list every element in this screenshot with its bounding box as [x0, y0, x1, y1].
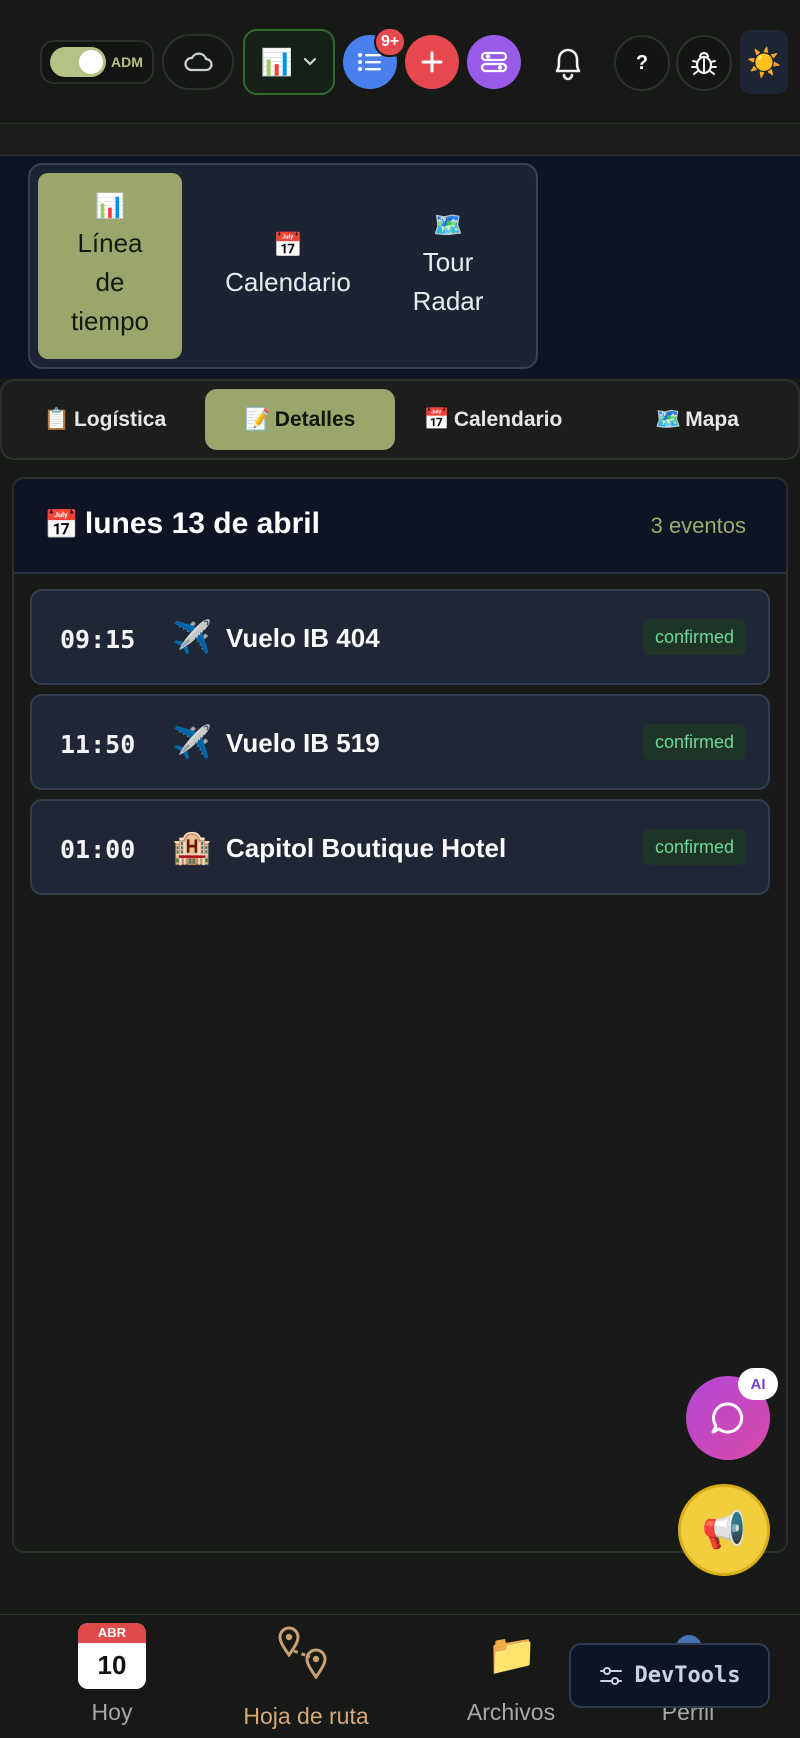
view-option-label: tiempo [70, 305, 150, 336]
view-switcher-area: 📊 Línea de tiempo 📅 Calendario 🗺️ Tour R… [0, 156, 800, 378]
sub-toolbar-strip [0, 124, 800, 156]
event-card[interactable]: 11:50 ✈️ Vuelo IB 519 confirmed [30, 694, 770, 790]
ai-badge: AI [738, 1368, 778, 1400]
status-badge: confirmed [642, 724, 746, 760]
view-option-calendar[interactable]: 📅 Calendario [216, 173, 360, 359]
map-icon: 🗺️ [655, 407, 682, 431]
airplane-icon: ✈️ [172, 619, 212, 655]
nav-item-hoja-de-ruta[interactable]: Hoja de ruta [216, 1615, 396, 1738]
day-events-panel: 📅 lunes 13 de abril 3 eventos 09:15 ✈️ V… [12, 477, 788, 1553]
view-option-label: Radar [412, 286, 484, 316]
calendar-month: ABR [78, 1623, 146, 1643]
calendar-icon: 📅 [423, 407, 450, 431]
event-title: Capitol Boutique Hotel [226, 833, 507, 863]
toggle-knob [79, 50, 103, 74]
tab-calendario[interactable]: 📅 Calendario [407, 389, 579, 450]
sun-icon: ☀️ [746, 46, 782, 78]
devtools-button[interactable]: DevTools [569, 1643, 770, 1708]
event-title: Vuelo IB 519 [226, 728, 380, 758]
view-option-label: Línea [77, 227, 143, 258]
view-option-timeline[interactable]: 📊 Línea de tiempo [38, 173, 182, 359]
day-date-label: lunes 13 de abril [84, 507, 320, 540]
cloud-icon [184, 52, 213, 72]
add-button[interactable] [405, 35, 459, 89]
event-card[interactable]: 09:15 ✈️ Vuelo IB 404 confirmed [30, 589, 770, 685]
bell-icon [555, 48, 581, 81]
sliders-icon [599, 1666, 622, 1685]
nav-label: Hoja de ruta [243, 1703, 369, 1729]
help-label: ? [635, 51, 649, 74]
bug-report-button[interactable] [676, 35, 732, 91]
chart-icon: 📊 [95, 192, 125, 220]
view-option-tour-radar[interactable]: 🗺️ Tour Radar [376, 173, 520, 359]
bug-icon [691, 51, 717, 75]
chevron-down-icon [304, 57, 317, 66]
chart-view-dropdown[interactable]: 📊 [243, 29, 335, 95]
chat-bubble-icon [711, 1402, 744, 1434]
cloud-sync-button[interactable] [162, 34, 234, 90]
top-bar: ADM 📊 9+ ? ☀️ [0, 0, 800, 124]
section-tabs: 📋 Logística 📝 Detalles 📅 Calendario 🗺️ M… [0, 379, 800, 460]
filters-button[interactable] [467, 35, 521, 89]
event-count: 3 eventos [650, 513, 746, 538]
view-option-label: de [95, 266, 125, 297]
event-time: 11:50 [60, 730, 136, 759]
tab-logistica[interactable]: 📋 Logística [20, 389, 190, 450]
calendar-icon: 📅 [44, 508, 79, 540]
calendar-icon: 📅 [273, 231, 303, 259]
view-option-label: Tour [422, 247, 474, 277]
event-time: 09:15 [60, 625, 136, 654]
admin-toggle-label: ADM [111, 54, 143, 70]
tab-label: Logística [73, 407, 167, 431]
announcements-button[interactable]: 📢 [678, 1484, 770, 1576]
status-badge: confirmed [642, 619, 746, 655]
event-card[interactable]: 01:00 🏨 Capitol Boutique Hotel confirmed [30, 799, 770, 895]
status-badge: confirmed [642, 829, 746, 865]
nav-label: Hoy [91, 1699, 133, 1725]
sliders-icon [480, 51, 508, 73]
megaphone-icon: 📢 [701, 1509, 747, 1550]
devtools-label: DevTools [634, 1663, 741, 1688]
tab-detalles[interactable]: 📝 Detalles [205, 389, 395, 450]
hotel-icon: 🏨 [172, 829, 212, 865]
help-button[interactable]: ? [614, 35, 670, 91]
theme-toggle-button[interactable]: ☀️ [740, 30, 788, 94]
admin-mode-toggle[interactable]: ADM [40, 40, 154, 84]
view-switcher: 📊 Línea de tiempo 📅 Calendario 🗺️ Tour R… [28, 163, 538, 369]
event-title: Vuelo IB 404 [226, 623, 380, 653]
calendar-date-icon: ABR 10 [78, 1623, 146, 1689]
calendar-day: 10 [97, 1650, 127, 1680]
notifications-button[interactable] [540, 36, 596, 88]
event-time: 01:00 [60, 835, 136, 864]
nav-item-hoy[interactable]: ABR 10 Hoy [22, 1615, 202, 1738]
clipboard-icon: 📋 [43, 407, 70, 431]
day-title: 📅 lunes 13 de abril [44, 507, 320, 541]
map-icon: 🗺️ [433, 212, 463, 239]
tab-label: Detalles [274, 407, 356, 431]
chart-icon: 📊 [260, 46, 294, 77]
route-pin-icon [278, 1626, 327, 1680]
notification-count-badge: 9+ [374, 27, 407, 57]
memo-icon: 📝 [244, 407, 271, 431]
folder-icon: 📁 [487, 1633, 537, 1677]
day-header: 📅 lunes 13 de abril 3 eventos [14, 479, 786, 574]
tab-mapa[interactable]: 🗺️ Mapa [632, 389, 762, 450]
list-icon [358, 53, 381, 71]
plus-icon [421, 51, 443, 73]
tab-label: Mapa [685, 407, 739, 431]
tab-label: Calendario [453, 407, 563, 431]
view-option-label: Calendario [225, 266, 351, 297]
airplane-icon: ✈️ [172, 724, 212, 760]
toggle-track [50, 47, 106, 77]
